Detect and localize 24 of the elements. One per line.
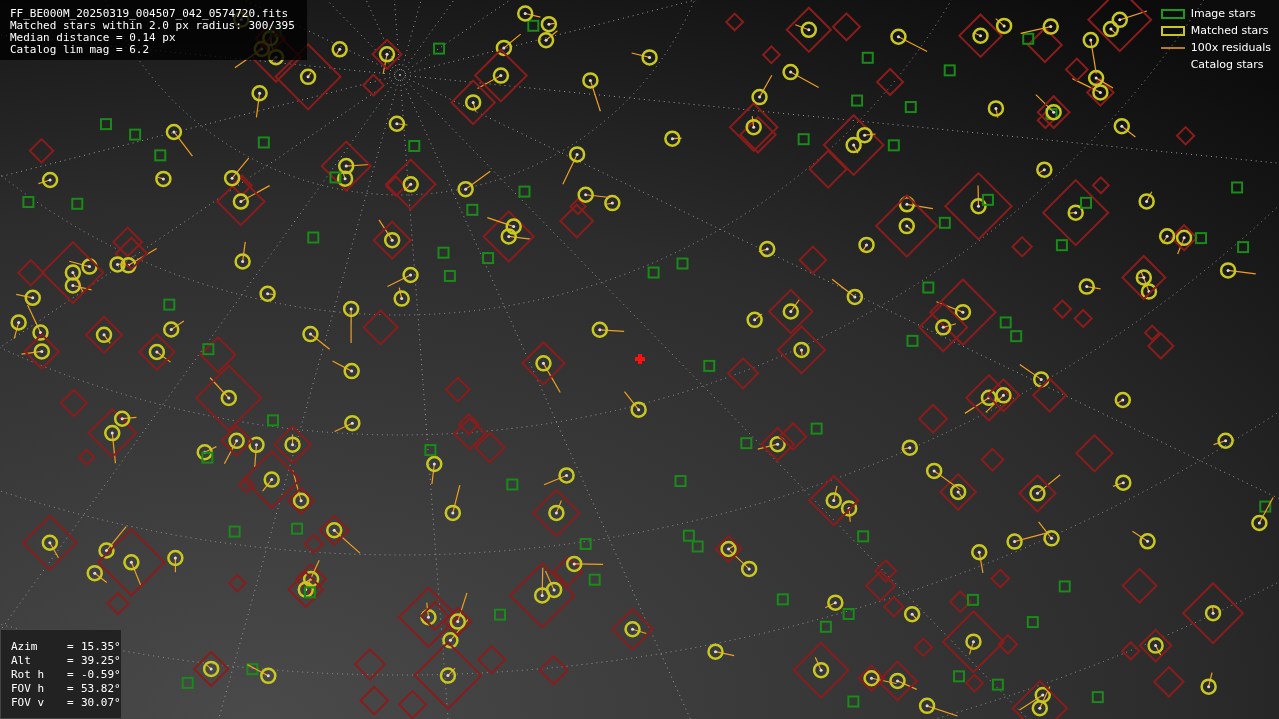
parameter-label: FOV v: [11, 696, 46, 710]
line-icon: [1160, 46, 1185, 50]
equals-sign: =: [67, 654, 75, 668]
equals-sign: =: [67, 696, 75, 710]
parameter-value: -0.59°: [81, 668, 121, 682]
equals-sign: =: [67, 668, 75, 682]
legend-label: Matched stars: [1190, 22, 1269, 39]
equals-sign: =: [67, 640, 75, 654]
info-text: Matched stars within 2.0 px radius: 300/395: [10, 20, 295, 32]
parameter-value: 30.07°: [81, 696, 121, 710]
parameter-label: Rot h: [11, 668, 46, 682]
parameter-label: Azim: [11, 640, 39, 654]
parameter-label: FOV h: [11, 682, 46, 696]
parameter-value: 53.82°: [81, 682, 121, 696]
info-text: Median distance = 0.14 px: [10, 32, 177, 44]
parameter-value: 39.25°: [81, 654, 121, 668]
legend-label: Image stars: [1190, 5, 1256, 22]
parameter-value: 15.35°: [81, 640, 121, 654]
info-text: FF_BE000M_20250319_004507_042_0574720.fits: [10, 8, 290, 20]
parameter-label: Alt: [11, 654, 32, 668]
legend-label: 100x residuals: [1190, 39, 1271, 56]
legend-label: Catalog stars: [1190, 56, 1264, 73]
equals-sign: =: [67, 682, 75, 696]
info-text: Catalog lim mag = 6.2: [10, 44, 151, 56]
